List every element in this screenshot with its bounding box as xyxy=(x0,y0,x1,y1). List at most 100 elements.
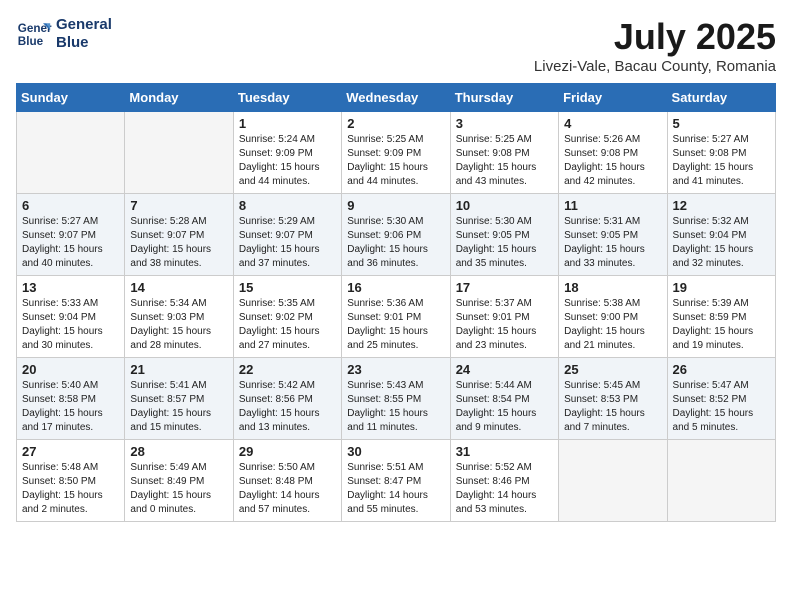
calendar-cell: 20 Sunrise: 5:40 AM Sunset: 8:58 PM Dayli… xyxy=(17,358,125,440)
day-number: 1 xyxy=(239,116,336,131)
day-number: 15 xyxy=(239,280,336,295)
day-info: Sunrise: 5:44 AM Sunset: 8:54 PM Dayligh… xyxy=(456,379,553,435)
calendar-cell: 13Sunrise: 5:33 AM Sunset: 9:04 PM Dayli… xyxy=(17,276,125,358)
calendar-cell: 30Sunrise: 5:51 AM Sunset: 8:47 PM Dayli… xyxy=(342,440,450,522)
week-row-4: 20 Sunrise: 5:40 AM Sunset: 8:58 PM Dayli… xyxy=(17,358,776,440)
week-row-1: 1 Sunrise: 5:24 AM Sunset: 9:09 PM Daylig… xyxy=(17,112,776,194)
day-number: 7 xyxy=(130,198,227,213)
day-info: Sunrise: 5:45 AM Sunset: 8:53 PM Dayligh… xyxy=(564,379,661,435)
day-info: Sunrise: 5:31 AM Sunset: 9:05 PM Dayligh… xyxy=(564,215,661,271)
calendar-cell: 1 Sunrise: 5:24 AM Sunset: 9:09 PM Daylig… xyxy=(233,112,341,194)
day-number: 5 xyxy=(673,116,770,131)
calendar-cell: 28 Sunrise: 5:49 AM Sunset: 8:49 PM Dayli… xyxy=(125,440,233,522)
day-number: 10 xyxy=(456,198,553,213)
calendar-cell: 6 Sunrise: 5:27 AM Sunset: 9:07 PM Daylig… xyxy=(17,194,125,276)
day-number: 9 xyxy=(347,198,444,213)
calendar-cell: 26Sunrise: 5:47 AM Sunset: 8:52 PM Dayli… xyxy=(667,358,775,440)
day-number: 6 xyxy=(22,198,119,213)
header-friday: Friday xyxy=(559,84,667,112)
day-number: 16 xyxy=(347,280,444,295)
calendar-cell: 19Sunrise: 5:39 AM Sunset: 8:59 PM Dayli… xyxy=(667,276,775,358)
day-number: 21 xyxy=(130,362,227,377)
day-info: Sunrise: 5:40 AM Sunset: 8:58 PM Dayligh… xyxy=(22,379,119,435)
header-sunday: Sunday xyxy=(17,84,125,112)
week-row-2: 6 Sunrise: 5:27 AM Sunset: 9:07 PM Daylig… xyxy=(17,194,776,276)
day-info: Sunrise: 5:30 AM Sunset: 9:06 PM Dayligh… xyxy=(347,215,444,271)
calendar-cell: 24Sunrise: 5:44 AM Sunset: 8:54 PM Dayli… xyxy=(450,358,558,440)
header-monday: Monday xyxy=(125,84,233,112)
logo-icon: General Blue xyxy=(16,16,52,52)
day-number: 12 xyxy=(673,198,770,213)
week-row-3: 13Sunrise: 5:33 AM Sunset: 9:04 PM Dayli… xyxy=(17,276,776,358)
day-info: Sunrise: 5:27 AM Sunset: 9:08 PM Dayligh… xyxy=(673,133,770,189)
calendar-cell: 10 Sunrise: 5:30 AM Sunset: 9:05 PM Dayli… xyxy=(450,194,558,276)
day-info: Sunrise: 5:24 AM Sunset: 9:09 PM Dayligh… xyxy=(239,133,336,189)
calendar-cell xyxy=(667,440,775,522)
day-number: 20 xyxy=(22,362,119,377)
day-info: Sunrise: 5:26 AM Sunset: 9:08 PM Dayligh… xyxy=(564,133,661,189)
calendar-cell: 16 Sunrise: 5:36 AM Sunset: 9:01 PM Dayli… xyxy=(342,276,450,358)
day-number: 27 xyxy=(22,444,119,459)
day-info: Sunrise: 5:52 AM Sunset: 8:46 PM Dayligh… xyxy=(456,461,553,517)
calendar-cell: 22 Sunrise: 5:42 AM Sunset: 8:56 PM Dayli… xyxy=(233,358,341,440)
day-number: 14 xyxy=(130,280,227,295)
day-info: Sunrise: 5:49 AM Sunset: 8:49 PM Dayligh… xyxy=(130,461,227,517)
calendar-cell: 12 Sunrise: 5:32 AM Sunset: 9:04 PM Dayli… xyxy=(667,194,775,276)
day-info: Sunrise: 5:42 AM Sunset: 8:56 PM Dayligh… xyxy=(239,379,336,435)
calendar-cell: 14 Sunrise: 5:34 AM Sunset: 9:03 PM Dayli… xyxy=(125,276,233,358)
calendar-cell: 21 Sunrise: 5:41 AM Sunset: 8:57 PM Dayli… xyxy=(125,358,233,440)
day-info: Sunrise: 5:28 AM Sunset: 9:07 PM Dayligh… xyxy=(130,215,227,271)
week-row-5: 27 Sunrise: 5:48 AM Sunset: 8:50 PM Dayli… xyxy=(17,440,776,522)
day-info: Sunrise: 5:30 AM Sunset: 9:05 PM Dayligh… xyxy=(456,215,553,271)
day-number: 19 xyxy=(673,280,770,295)
day-info: Sunrise: 5:48 AM Sunset: 8:50 PM Dayligh… xyxy=(22,461,119,517)
day-info: Sunrise: 5:38 AM Sunset: 9:00 PM Dayligh… xyxy=(564,297,661,353)
calendar-cell: 5 Sunrise: 5:27 AM Sunset: 9:08 PM Daylig… xyxy=(667,112,775,194)
day-info: Sunrise: 5:32 AM Sunset: 9:04 PM Dayligh… xyxy=(673,215,770,271)
page-header: General Blue General Blue July 2025 Live… xyxy=(16,16,776,75)
day-number: 23 xyxy=(347,362,444,377)
day-number: 22 xyxy=(239,362,336,377)
location-title: Livezi-Vale, Bacau County, Romania xyxy=(534,58,776,75)
logo: General Blue General Blue xyxy=(16,16,112,52)
calendar-cell: 3 Sunrise: 5:25 AM Sunset: 9:08 PM Daylig… xyxy=(450,112,558,194)
svg-text:Blue: Blue xyxy=(18,35,44,48)
header-saturday: Saturday xyxy=(667,84,775,112)
header-tuesday: Tuesday xyxy=(233,84,341,112)
day-info: Sunrise: 5:35 AM Sunset: 9:02 PM Dayligh… xyxy=(239,297,336,353)
day-number: 4 xyxy=(564,116,661,131)
day-info: Sunrise: 5:27 AM Sunset: 9:07 PM Dayligh… xyxy=(22,215,119,271)
day-info: Sunrise: 5:41 AM Sunset: 8:57 PM Dayligh… xyxy=(130,379,227,435)
header-row: SundayMondayTuesdayWednesdayThursdayFrid… xyxy=(17,84,776,112)
header-thursday: Thursday xyxy=(450,84,558,112)
day-number: 29 xyxy=(239,444,336,459)
calendar-cell xyxy=(559,440,667,522)
day-number: 3 xyxy=(456,116,553,131)
calendar-cell: 9 Sunrise: 5:30 AM Sunset: 9:06 PM Daylig… xyxy=(342,194,450,276)
title-block: July 2025 Livezi-Vale, Bacau County, Rom… xyxy=(534,16,776,75)
day-number: 13 xyxy=(22,280,119,295)
day-info: Sunrise: 5:29 AM Sunset: 9:07 PM Dayligh… xyxy=(239,215,336,271)
calendar-cell: 7 Sunrise: 5:28 AM Sunset: 9:07 PM Daylig… xyxy=(125,194,233,276)
calendar-cell: 8 Sunrise: 5:29 AM Sunset: 9:07 PM Daylig… xyxy=(233,194,341,276)
calendar-cell: 4 Sunrise: 5:26 AM Sunset: 9:08 PM Daylig… xyxy=(559,112,667,194)
day-info: Sunrise: 5:25 AM Sunset: 9:08 PM Dayligh… xyxy=(456,133,553,189)
day-info: Sunrise: 5:36 AM Sunset: 9:01 PM Dayligh… xyxy=(347,297,444,353)
day-number: 11 xyxy=(564,198,661,213)
day-info: Sunrise: 5:25 AM Sunset: 9:09 PM Dayligh… xyxy=(347,133,444,189)
calendar-cell: 31 Sunrise: 5:52 AM Sunset: 8:46 PM Dayli… xyxy=(450,440,558,522)
day-number: 31 xyxy=(456,444,553,459)
day-number: 25 xyxy=(564,362,661,377)
day-number: 28 xyxy=(130,444,227,459)
day-number: 8 xyxy=(239,198,336,213)
day-info: Sunrise: 5:37 AM Sunset: 9:01 PM Dayligh… xyxy=(456,297,553,353)
day-info: Sunrise: 5:34 AM Sunset: 9:03 PM Dayligh… xyxy=(130,297,227,353)
calendar-cell: 23Sunrise: 5:43 AM Sunset: 8:55 PM Dayli… xyxy=(342,358,450,440)
day-number: 2 xyxy=(347,116,444,131)
calendar-cell: 27 Sunrise: 5:48 AM Sunset: 8:50 PM Dayli… xyxy=(17,440,125,522)
calendar-cell: 2 Sunrise: 5:25 AM Sunset: 9:09 PM Daylig… xyxy=(342,112,450,194)
calendar-cell: 29Sunrise: 5:50 AM Sunset: 8:48 PM Dayli… xyxy=(233,440,341,522)
calendar-cell: 15 Sunrise: 5:35 AM Sunset: 9:02 PM Dayli… xyxy=(233,276,341,358)
month-title: July 2025 xyxy=(534,16,776,58)
calendar-cell xyxy=(17,112,125,194)
